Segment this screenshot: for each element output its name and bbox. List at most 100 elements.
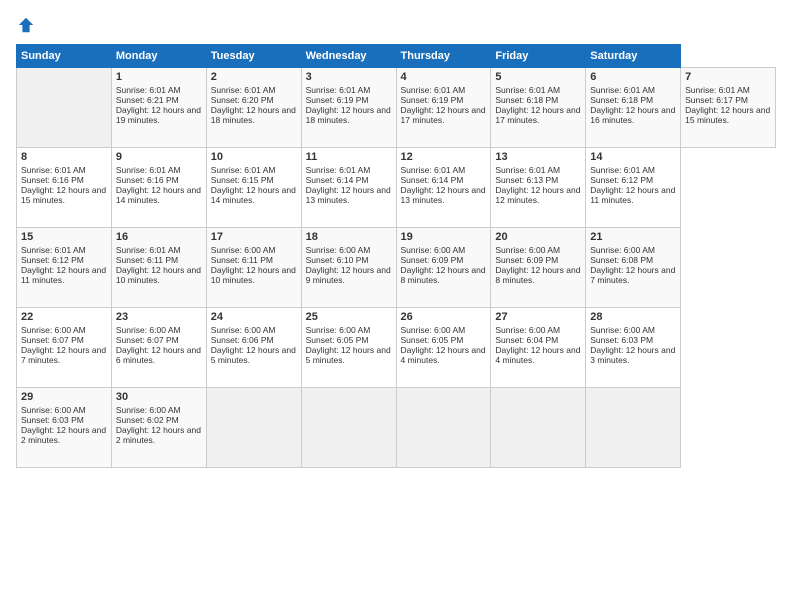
daylight-info: Daylight: 12 hours and 7 minutes. bbox=[590, 265, 675, 285]
daylight-info: Daylight: 12 hours and 5 minutes. bbox=[211, 345, 296, 365]
calendar-week-row: 22 Sunrise: 6:00 AM Sunset: 6:07 PM Dayl… bbox=[17, 308, 776, 388]
day-number: 11 bbox=[306, 151, 392, 163]
day-number: 16 bbox=[116, 231, 202, 243]
calendar-cell: 24 Sunrise: 6:00 AM Sunset: 6:06 PM Dayl… bbox=[206, 308, 301, 388]
calendar-cell: 14 Sunrise: 6:01 AM Sunset: 6:12 PM Dayl… bbox=[586, 148, 681, 228]
calendar-cell: 22 Sunrise: 6:00 AM Sunset: 6:07 PM Dayl… bbox=[17, 308, 112, 388]
calendar-cell: 17 Sunrise: 6:00 AM Sunset: 6:11 PM Dayl… bbox=[206, 228, 301, 308]
daylight-info: Daylight: 12 hours and 5 minutes. bbox=[306, 345, 391, 365]
day-number: 29 bbox=[21, 391, 107, 403]
header bbox=[16, 16, 776, 34]
daylight-info: Daylight: 12 hours and 16 minutes. bbox=[590, 105, 675, 125]
calendar-cell: 15 Sunrise: 6:01 AM Sunset: 6:12 PM Dayl… bbox=[17, 228, 112, 308]
sunrise-time: Sunrise: 6:01 AM bbox=[401, 165, 466, 175]
daylight-info: Daylight: 12 hours and 4 minutes. bbox=[401, 345, 486, 365]
calendar-cell: 7 Sunrise: 6:01 AM Sunset: 6:17 PM Dayli… bbox=[681, 68, 776, 148]
calendar-cell bbox=[206, 388, 301, 468]
sunrise-time: Sunrise: 6:01 AM bbox=[21, 245, 86, 255]
sunrise-time: Sunrise: 6:01 AM bbox=[211, 85, 276, 95]
calendar-cell: 4 Sunrise: 6:01 AM Sunset: 6:19 PM Dayli… bbox=[396, 68, 491, 148]
calendar-cell: 19 Sunrise: 6:00 AM Sunset: 6:09 PM Dayl… bbox=[396, 228, 491, 308]
day-number: 6 bbox=[590, 71, 676, 83]
sunset-time: Sunset: 6:08 PM bbox=[590, 255, 653, 265]
daylight-info: Daylight: 12 hours and 6 minutes. bbox=[116, 345, 201, 365]
page: SundayMondayTuesdayWednesdayThursdayFrid… bbox=[0, 0, 792, 612]
daylight-info: Daylight: 12 hours and 15 minutes. bbox=[685, 105, 770, 125]
day-number: 28 bbox=[590, 311, 676, 323]
calendar-cell: 20 Sunrise: 6:00 AM Sunset: 6:09 PM Dayl… bbox=[491, 228, 586, 308]
sunset-time: Sunset: 6:05 PM bbox=[306, 335, 369, 345]
sunrise-time: Sunrise: 6:00 AM bbox=[211, 245, 276, 255]
sunset-time: Sunset: 6:04 PM bbox=[495, 335, 558, 345]
sunrise-time: Sunrise: 6:00 AM bbox=[306, 325, 371, 335]
day-number: 17 bbox=[211, 231, 297, 243]
sunset-time: Sunset: 6:19 PM bbox=[306, 95, 369, 105]
calendar-cell: 12 Sunrise: 6:01 AM Sunset: 6:14 PM Dayl… bbox=[396, 148, 491, 228]
calendar-cell bbox=[17, 68, 112, 148]
day-number: 26 bbox=[401, 311, 487, 323]
sunset-time: Sunset: 6:18 PM bbox=[495, 95, 558, 105]
day-number: 9 bbox=[116, 151, 202, 163]
sunrise-time: Sunrise: 6:01 AM bbox=[495, 165, 560, 175]
calendar-week-row: 29 Sunrise: 6:00 AM Sunset: 6:03 PM Dayl… bbox=[17, 388, 776, 468]
sunrise-time: Sunrise: 6:00 AM bbox=[306, 245, 371, 255]
logo bbox=[16, 16, 35, 34]
sunrise-time: Sunrise: 6:00 AM bbox=[401, 325, 466, 335]
day-number: 3 bbox=[306, 71, 392, 83]
sunset-time: Sunset: 6:10 PM bbox=[306, 255, 369, 265]
calendar-cell: 28 Sunrise: 6:00 AM Sunset: 6:03 PM Dayl… bbox=[586, 308, 681, 388]
day-number: 21 bbox=[590, 231, 676, 243]
calendar-cell: 26 Sunrise: 6:00 AM Sunset: 6:05 PM Dayl… bbox=[396, 308, 491, 388]
sunrise-time: Sunrise: 6:01 AM bbox=[306, 165, 371, 175]
sunset-time: Sunset: 6:11 PM bbox=[116, 255, 178, 265]
day-number: 27 bbox=[495, 311, 581, 323]
sunrise-time: Sunrise: 6:01 AM bbox=[495, 85, 560, 95]
daylight-info: Daylight: 12 hours and 10 minutes. bbox=[211, 265, 296, 285]
day-number: 7 bbox=[685, 71, 771, 83]
sunset-time: Sunset: 6:07 PM bbox=[116, 335, 179, 345]
weekday-header-thursday: Thursday bbox=[396, 45, 491, 68]
sunset-time: Sunset: 6:17 PM bbox=[685, 95, 748, 105]
daylight-info: Daylight: 12 hours and 11 minutes. bbox=[590, 185, 675, 205]
calendar-cell: 6 Sunrise: 6:01 AM Sunset: 6:18 PM Dayli… bbox=[586, 68, 681, 148]
daylight-info: Daylight: 12 hours and 17 minutes. bbox=[495, 105, 580, 125]
daylight-info: Daylight: 12 hours and 2 minutes. bbox=[116, 425, 201, 445]
daylight-info: Daylight: 12 hours and 2 minutes. bbox=[21, 425, 106, 445]
calendar-cell: 25 Sunrise: 6:00 AM Sunset: 6:05 PM Dayl… bbox=[301, 308, 396, 388]
calendar-cell: 30 Sunrise: 6:00 AM Sunset: 6:02 PM Dayl… bbox=[111, 388, 206, 468]
weekday-header-wednesday: Wednesday bbox=[301, 45, 396, 68]
sunrise-time: Sunrise: 6:01 AM bbox=[590, 85, 655, 95]
logo-icon bbox=[17, 16, 35, 34]
calendar-cell: 2 Sunrise: 6:01 AM Sunset: 6:20 PM Dayli… bbox=[206, 68, 301, 148]
daylight-info: Daylight: 12 hours and 8 minutes. bbox=[401, 265, 486, 285]
day-number: 25 bbox=[306, 311, 392, 323]
sunrise-time: Sunrise: 6:01 AM bbox=[116, 85, 181, 95]
sunrise-time: Sunrise: 6:00 AM bbox=[401, 245, 466, 255]
sunset-time: Sunset: 6:03 PM bbox=[590, 335, 653, 345]
daylight-info: Daylight: 12 hours and 7 minutes. bbox=[21, 345, 106, 365]
day-number: 30 bbox=[116, 391, 202, 403]
sunrise-time: Sunrise: 6:00 AM bbox=[495, 325, 560, 335]
daylight-info: Daylight: 12 hours and 12 minutes. bbox=[495, 185, 580, 205]
calendar-cell: 8 Sunrise: 6:01 AM Sunset: 6:16 PM Dayli… bbox=[17, 148, 112, 228]
sunrise-time: Sunrise: 6:01 AM bbox=[401, 85, 466, 95]
sunrise-time: Sunrise: 6:00 AM bbox=[590, 245, 655, 255]
sunrise-time: Sunrise: 6:01 AM bbox=[116, 245, 181, 255]
day-number: 5 bbox=[495, 71, 581, 83]
calendar-cell: 1 Sunrise: 6:01 AM Sunset: 6:21 PM Dayli… bbox=[111, 68, 206, 148]
daylight-info: Daylight: 12 hours and 10 minutes. bbox=[116, 265, 201, 285]
day-number: 23 bbox=[116, 311, 202, 323]
day-number: 18 bbox=[306, 231, 392, 243]
calendar-week-row: 8 Sunrise: 6:01 AM Sunset: 6:16 PM Dayli… bbox=[17, 148, 776, 228]
calendar-cell: 13 Sunrise: 6:01 AM Sunset: 6:13 PM Dayl… bbox=[491, 148, 586, 228]
day-number: 2 bbox=[211, 71, 297, 83]
sunset-time: Sunset: 6:16 PM bbox=[21, 175, 84, 185]
daylight-info: Daylight: 12 hours and 3 minutes. bbox=[590, 345, 675, 365]
sunset-time: Sunset: 6:15 PM bbox=[211, 175, 274, 185]
daylight-info: Daylight: 12 hours and 13 minutes. bbox=[401, 185, 486, 205]
sunrise-time: Sunrise: 6:01 AM bbox=[211, 165, 276, 175]
sunrise-time: Sunrise: 6:01 AM bbox=[116, 165, 181, 175]
sunset-time: Sunset: 6:11 PM bbox=[211, 255, 273, 265]
daylight-info: Daylight: 12 hours and 4 minutes. bbox=[495, 345, 580, 365]
sunset-time: Sunset: 6:12 PM bbox=[21, 255, 84, 265]
